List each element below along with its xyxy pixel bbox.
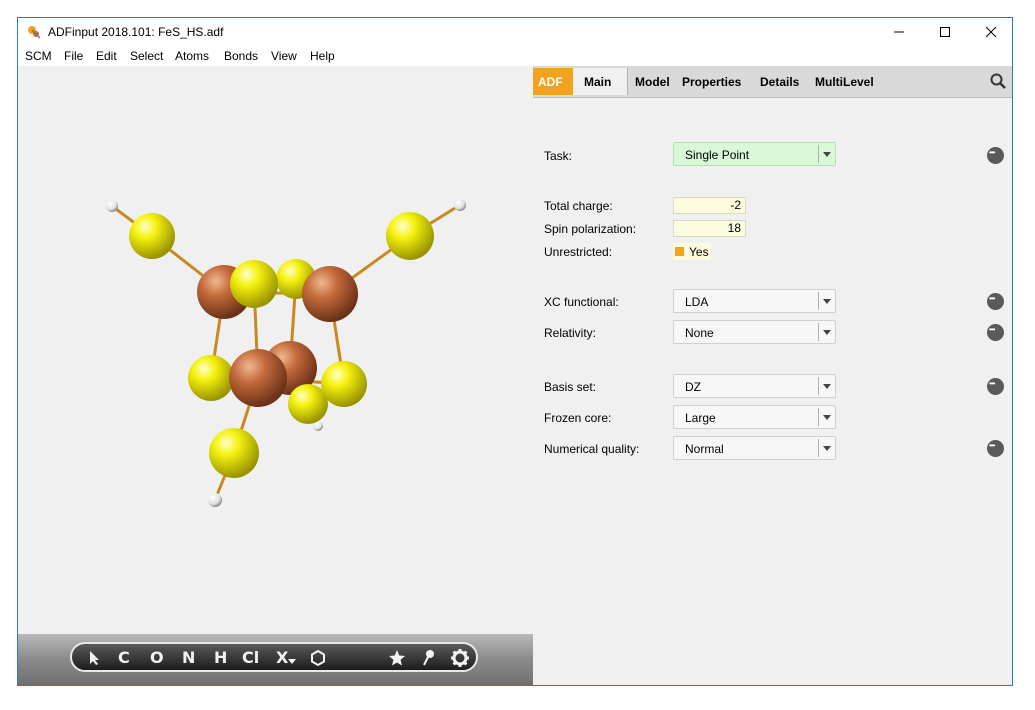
close-button[interactable]	[968, 18, 1012, 46]
engine-tab-label: ADF	[538, 75, 563, 89]
menu-edit[interactable]: Edit	[96, 49, 117, 63]
relativity-value: None	[685, 326, 714, 340]
element-o-button[interactable]: O	[150, 648, 164, 667]
molecule-viewport[interactable]: C O N H Cl X	[18, 66, 533, 685]
task-label: Task:	[544, 149, 573, 163]
total-charge-field[interactable]: -2	[673, 197, 746, 214]
builder-toolbar: C O N H Cl X	[18, 634, 533, 685]
basis-set-dropdown[interactable]: DZ	[673, 374, 836, 398]
element-h-button[interactable]: H	[214, 648, 227, 667]
numerical-quality-dropdown[interactable]: Normal	[673, 436, 836, 460]
maximize-button[interactable]	[922, 18, 968, 46]
numerical-quality-more-button[interactable]	[987, 440, 1004, 457]
chevron-down-icon[interactable]	[818, 292, 835, 310]
numerical-quality-label: Numerical quality:	[544, 442, 640, 456]
element-x-button[interactable]: X	[276, 648, 288, 667]
minimize-button[interactable]	[876, 18, 922, 46]
atoms	[106, 199, 466, 507]
minimize-icon	[894, 31, 904, 33]
search-icon[interactable]	[990, 73, 1006, 89]
menu-scm[interactable]: SCM	[25, 49, 52, 63]
menu-help[interactable]: Help	[310, 49, 335, 63]
tab-model[interactable]: Model	[635, 75, 670, 89]
element-c-button[interactable]: C	[118, 648, 130, 667]
chevron-down-icon[interactable]	[818, 377, 835, 395]
menu-atoms[interactable]: Atoms	[175, 49, 209, 63]
title-bar: ADFinput 2018.101: FeS_HS.adf	[18, 18, 1012, 46]
basis-set-value: DZ	[685, 380, 701, 394]
menu-view[interactable]: View	[271, 49, 297, 63]
builder-toolbar-pill: C O N H Cl X	[70, 642, 478, 672]
xc-functional-value: LDA	[685, 295, 709, 309]
adf-app-icon	[28, 26, 41, 39]
checkbox-checked-icon	[675, 247, 684, 256]
chevron-down-icon[interactable]	[288, 659, 296, 665]
tab-properties[interactable]: Properties	[682, 75, 741, 89]
relativity-more-button[interactable]	[987, 324, 1004, 341]
molecule-view[interactable]	[18, 66, 533, 634]
tab-main[interactable]: Main	[573, 68, 628, 95]
task-value: Single Point	[685, 148, 750, 162]
window-title: ADFinput 2018.101: FeS_HS.adf	[48, 25, 224, 39]
tab-details[interactable]: Details	[760, 75, 799, 89]
maximize-icon	[940, 27, 950, 37]
menu-bonds[interactable]: Bonds	[224, 49, 258, 63]
element-n-button[interactable]: N	[182, 648, 195, 667]
tab-bar: ADF Main Model Properties Details MultiL…	[533, 66, 1012, 98]
pin-icon[interactable]	[421, 649, 437, 667]
basis-set-label: Basis set:	[544, 380, 597, 394]
task-dropdown[interactable]: Single Point	[673, 142, 836, 166]
xc-functional-more-button[interactable]	[987, 293, 1004, 310]
chevron-down-icon[interactable]	[818, 408, 835, 426]
star-icon[interactable]	[388, 649, 406, 667]
frozen-core-label: Frozen core:	[544, 411, 612, 425]
menu-file[interactable]: File	[64, 49, 83, 63]
tab-multilevel[interactable]: MultiLevel	[815, 75, 874, 89]
frozen-core-value: Large	[685, 411, 716, 425]
settings-panel: ADF Main Model Properties Details MultiL…	[533, 66, 1012, 685]
chevron-down-icon[interactable]	[818, 439, 835, 457]
ring-icon[interactable]	[309, 649, 327, 667]
tab-main-label: Main	[584, 75, 612, 89]
menu-select[interactable]: Select	[130, 49, 163, 63]
spin-polarization-field[interactable]: 18	[673, 220, 746, 237]
relativity-label: Relativity:	[544, 326, 597, 340]
relativity-dropdown[interactable]: None	[673, 320, 836, 344]
xc-functional-dropdown[interactable]: LDA	[673, 289, 836, 313]
chevron-down-icon[interactable]	[818, 145, 835, 163]
select-cursor-icon[interactable]	[88, 650, 102, 666]
spin-polarization-label: Spin polarization:	[544, 222, 637, 236]
basis-set-more-button[interactable]	[987, 378, 1004, 395]
element-cl-button[interactable]: Cl	[242, 648, 259, 667]
menu-bar: SCM File Edit Select Atoms Bonds View He…	[18, 46, 1012, 66]
total-charge-label: Total charge:	[544, 199, 613, 213]
xc-functional-label: XC functional:	[544, 295, 619, 309]
unrestricted-checkbox[interactable]: Yes	[673, 243, 711, 260]
numerical-quality-value: Normal	[685, 442, 724, 456]
app-window: ADFinput 2018.101: FeS_HS.adf SCM File E…	[17, 17, 1013, 686]
frozen-core-dropdown[interactable]: Large	[673, 405, 836, 429]
task-more-button[interactable]	[987, 147, 1004, 164]
unrestricted-label: Unrestricted:	[544, 245, 613, 259]
unrestricted-value: Yes	[689, 245, 709, 259]
close-icon	[985, 26, 997, 38]
gear-icon[interactable]	[450, 648, 470, 668]
chevron-down-icon[interactable]	[818, 323, 835, 341]
